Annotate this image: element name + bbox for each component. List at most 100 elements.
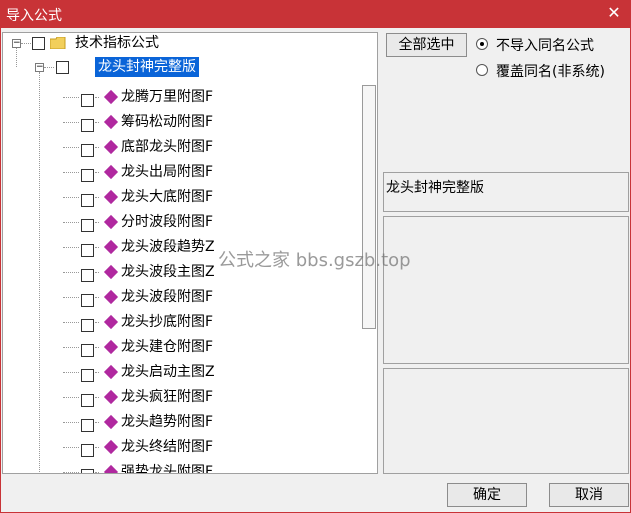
tree-line <box>63 347 79 348</box>
formula-icon <box>103 289 119 305</box>
formula-icon <box>103 189 119 205</box>
formula-row[interactable]: 龙头大底附图F <box>3 187 363 207</box>
tree-line <box>63 197 79 198</box>
formula-row[interactable]: 筹码松动附图F <box>3 112 363 132</box>
formula-label: 龙头波段附图F <box>121 289 214 305</box>
group-checkbox[interactable] <box>56 61 69 74</box>
skip-duplicates-radio[interactable] <box>476 38 488 50</box>
tree-line <box>63 222 79 223</box>
formula-row[interactable]: 底部龙头附图F <box>3 137 363 157</box>
tree-line <box>95 397 99 398</box>
formula-checkbox[interactable] <box>81 94 94 107</box>
tree-line <box>63 447 79 448</box>
formula-row[interactable]: 分时波段附图F <box>3 212 363 232</box>
folder-icon <box>50 37 66 49</box>
overwrite-duplicates-label[interactable]: 覆盖同名(非系统) <box>496 61 605 81</box>
formula-checkbox[interactable] <box>81 319 94 332</box>
formula-row[interactable]: 龙头建仓附图F <box>3 337 363 357</box>
tree-line <box>95 347 99 348</box>
formula-icon <box>103 89 119 105</box>
formula-row[interactable]: 龙头终结附图F <box>3 437 363 457</box>
formula-checkbox[interactable] <box>81 119 94 132</box>
tree-line <box>95 272 99 273</box>
formula-icon <box>103 339 119 355</box>
formula-label: 分时波段附图F <box>121 214 214 230</box>
overwrite-duplicates-radio[interactable] <box>476 64 488 76</box>
tree-line <box>63 172 79 173</box>
tree-line <box>95 422 99 423</box>
formula-row[interactable]: 强势龙头附图F <box>3 462 363 474</box>
tree-line <box>63 322 79 323</box>
formula-checkbox[interactable] <box>81 344 94 357</box>
tree-line <box>63 272 79 273</box>
tree-line <box>63 472 79 473</box>
formula-label: 龙腾万里附图F <box>121 89 214 105</box>
preview-box <box>383 216 629 364</box>
formula-checkbox[interactable] <box>81 294 94 307</box>
description-text: 龙头封神完整版 <box>386 180 484 196</box>
formula-checkbox[interactable] <box>81 169 94 182</box>
formula-label: 龙头抄底附图F <box>121 314 214 330</box>
formula-label: 龙头疯狂附图F <box>121 389 214 405</box>
formula-checkbox[interactable] <box>81 144 94 157</box>
skip-duplicates-label[interactable]: 不导入同名公式 <box>496 35 594 55</box>
formula-checkbox[interactable] <box>81 394 94 407</box>
formula-icon <box>103 314 119 330</box>
formula-icon <box>103 389 119 405</box>
cancel-button[interactable]: 取消 <box>549 483 629 507</box>
tree-line <box>63 297 79 298</box>
root-label: 技术指标公式 <box>75 35 159 51</box>
formula-checkbox[interactable] <box>81 444 94 457</box>
formula-row[interactable]: 龙头波段附图F <box>3 287 363 307</box>
formula-label: 龙头出局附图F <box>121 164 214 180</box>
formula-label: 龙头终结附图F <box>121 439 214 455</box>
formula-icon <box>103 439 119 455</box>
tree-line <box>95 322 99 323</box>
formula-row[interactable]: 龙头趋势附图F <box>3 412 363 432</box>
tree-line <box>95 197 99 198</box>
close-icon[interactable]: ✕ <box>603 2 625 24</box>
formula-checkbox[interactable] <box>81 369 94 382</box>
tree-line <box>63 97 79 98</box>
tree-line <box>95 247 99 248</box>
formula-checkbox[interactable] <box>81 219 94 232</box>
formula-icon <box>103 264 119 280</box>
tree-root-row[interactable]: − 技术指标公式 <box>3 33 363 53</box>
select-all-button[interactable]: 全部选中 <box>386 33 467 57</box>
notes-box <box>383 368 629 474</box>
formula-row[interactable]: 龙头疯狂附图F <box>3 387 363 407</box>
formula-icon <box>103 464 119 473</box>
formula-icon <box>103 414 119 430</box>
tree-line <box>95 97 99 98</box>
tree-line <box>95 222 99 223</box>
tree-line <box>63 122 79 123</box>
formula-label: 强势龙头附图F <box>121 464 214 474</box>
formula-checkbox[interactable] <box>81 469 94 473</box>
formula-row[interactable]: 龙腾万里附图F <box>3 87 363 107</box>
formula-icon <box>103 214 119 230</box>
tree-line <box>21 43 31 44</box>
formula-row[interactable]: 龙头启动主图Z <box>3 362 363 382</box>
tree-group-row[interactable]: − 龙头封神完整版 <box>3 57 363 77</box>
collapse-icon[interactable]: − <box>12 39 21 48</box>
formula-checkbox[interactable] <box>81 194 94 207</box>
formula-row[interactable]: 龙头抄底附图F <box>3 312 363 332</box>
tree-line <box>63 397 79 398</box>
ok-button[interactable]: 确定 <box>447 483 527 507</box>
collapse-icon[interactable]: − <box>35 63 44 72</box>
formula-checkbox[interactable] <box>81 419 94 432</box>
tree-line <box>63 247 79 248</box>
tree-scrollbar[interactable] <box>362 85 376 329</box>
formula-label: 龙头波段主图Z <box>121 264 215 280</box>
tree-line <box>95 447 99 448</box>
formula-checkbox[interactable] <box>81 269 94 282</box>
tree-line <box>95 172 99 173</box>
root-checkbox[interactable] <box>32 37 45 50</box>
formula-icon <box>103 364 119 380</box>
formula-checkbox[interactable] <box>81 244 94 257</box>
formula-label: 底部龙头附图F <box>121 139 214 155</box>
title-bar: 导入公式 ✕ <box>0 0 631 28</box>
formula-row[interactable]: 龙头出局附图F <box>3 162 363 182</box>
formula-icon <box>103 164 119 180</box>
group-label[interactable]: 龙头封神完整版 <box>95 57 199 77</box>
